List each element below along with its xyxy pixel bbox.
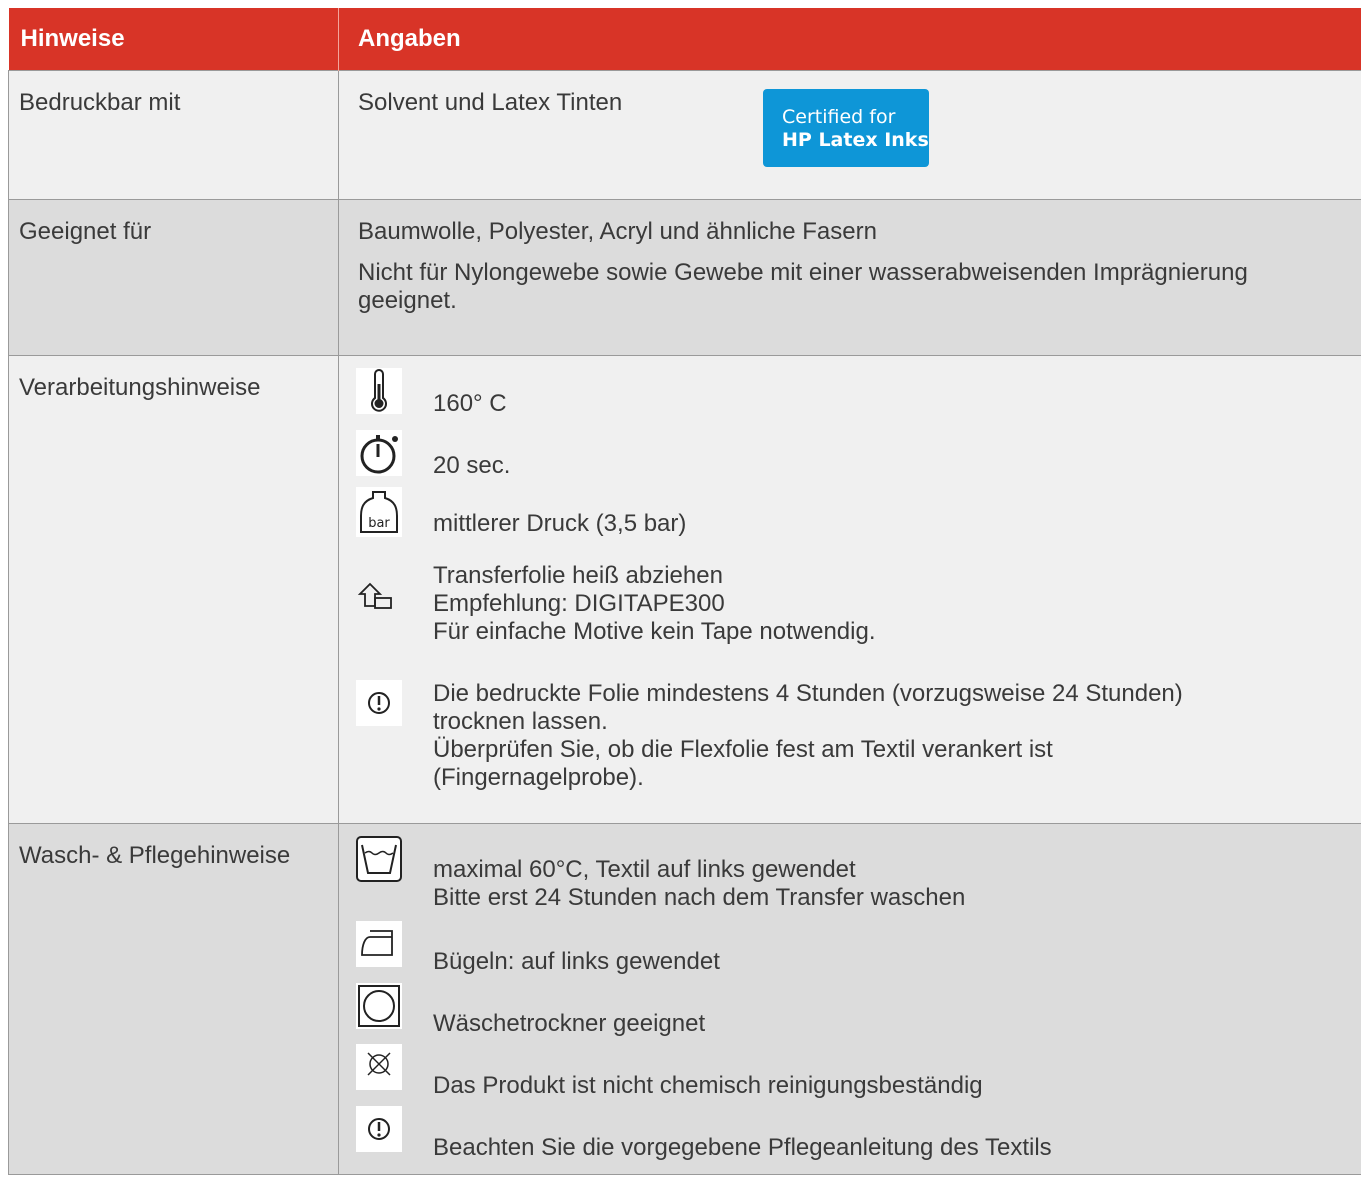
badge-line-1: Certified for [782, 106, 896, 128]
iron-icon [356, 921, 402, 967]
drying-line-4: (Fingernagelprobe). [433, 764, 644, 791]
wash-line-1: maximal 60°C, Textil auf links gewendet [433, 856, 856, 883]
drying-text: Die bedruckte Folie mindestens 4 Stunden… [433, 680, 1351, 792]
badge-line-2: HP Latex Inks [782, 129, 929, 151]
table-header-row: Hinweise Angaben [8, 8, 1361, 71]
temperature-text: 160° C [433, 390, 507, 417]
row-value-cell: Solvent und Latex Tinten Certified for H… [338, 70, 1361, 200]
table-row-printable: Bedruckbar mit Solvent und Latex Tinten … [8, 70, 1361, 200]
wash-tub-icon [356, 836, 402, 882]
pressure-weight-icon: bar [356, 487, 402, 537]
row-label: Geeignet für [8, 199, 339, 356]
dry-clean-text: Das Produkt ist nicht chemisch reinigung… [433, 1072, 983, 1099]
spec-table: Hinweise Angaben Bedruckbar mit Solvent … [8, 8, 1361, 1175]
care-instructions-text: Beachten Sie die vorgegebene Pflegeanlei… [433, 1134, 1052, 1161]
row-label: Bedruckbar mit [8, 70, 339, 200]
header-hinweise: Hinweise [8, 8, 339, 71]
drying-line-1: Die bedruckte Folie mindestens 4 Stunden… [433, 680, 1183, 707]
peel-text: Transferfolie heiß abziehen Empfehlung: … [433, 562, 1351, 646]
header-angaben: Angaben [338, 8, 1361, 71]
thermometer-icon [356, 368, 402, 414]
peel-line-2: Empfehlung: DIGITAPE300 [433, 590, 725, 617]
wash-text: maximal 60°C, Textil auf links gewendet … [433, 856, 1351, 912]
peel-line-1: Transferfolie heiß abziehen [433, 562, 723, 589]
stopwatch-icon [356, 430, 402, 476]
unsuitable-fabrics-text: Nicht für Nylongewebe sowie Gewebe mit e… [358, 259, 1248, 314]
row-label: Verarbeitungshinweise [8, 355, 339, 824]
suitable-fibers-text: Baumwolle, Polyester, Acryl und ähnliche… [358, 218, 877, 245]
row-value-cell: 160° C 20 sec. bar mittlerer Druck (3,5 … [338, 355, 1361, 824]
time-text: 20 sec. [433, 452, 511, 479]
no-dry-clean-icon [356, 1044, 402, 1090]
table-row-care: Wasch- & Pflegehinweise maximal 60°C, Te… [8, 823, 1361, 1175]
drying-line-2: trocknen lassen. [433, 708, 608, 735]
spec-page: Hinweise Angaben Bedruckbar mit Solvent … [8, 8, 1361, 1191]
row-value-cell: Baumwolle, Polyester, Acryl und ähnliche… [338, 199, 1361, 356]
peel-hot-icon [356, 576, 402, 622]
table-row-suitable: Geeignet für Baumwolle, Polyester, Acryl… [8, 199, 1361, 356]
tumble-dryer-icon [356, 983, 402, 1029]
exclamation-circle-icon [356, 680, 402, 726]
peel-line-3: Für einfache Motive kein Tape notwendig. [433, 618, 876, 645]
hp-latex-certified-badge: Certified for HP Latex Inks [763, 89, 929, 167]
drying-line-3: Überprüfen Sie, ob die Flexfolie fest am… [433, 736, 1053, 763]
pressure-text: mittlerer Druck (3,5 bar) [433, 510, 687, 537]
row-label: Wasch- & Pflegehinweise [8, 823, 339, 1175]
wash-line-2: Bitte erst 24 Stunden nach dem Transfer … [433, 884, 966, 911]
iron-text: Bügeln: auf links gewendet [433, 948, 720, 975]
svg-text:bar: bar [368, 516, 390, 531]
dryer-text: Wäschetrockner geeignet [433, 1010, 706, 1037]
table-row-processing: Verarbeitungshinweise 160° C 20 sec. bar… [8, 355, 1361, 824]
exclamation-circle-icon [356, 1106, 402, 1152]
row-value-cell: maximal 60°C, Textil auf links gewendet … [338, 823, 1361, 1175]
